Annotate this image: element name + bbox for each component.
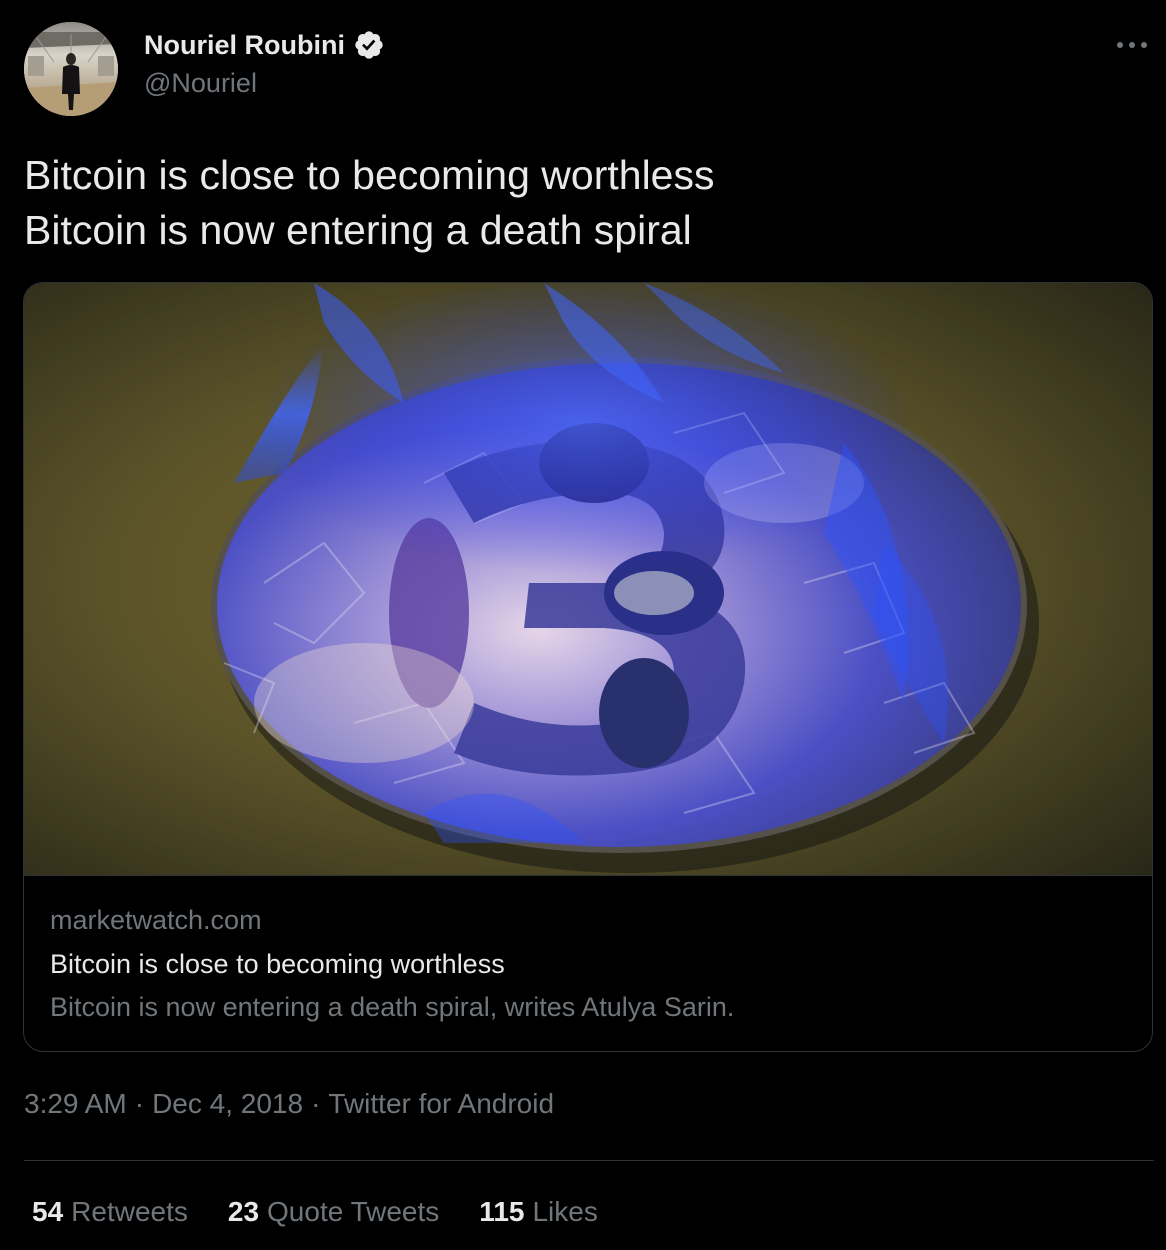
tweet-text: Bitcoin is close to becoming worthless B… [24, 148, 1144, 258]
tweet-text-line-2: Bitcoin is now entering a death spiral [24, 207, 692, 253]
tweet: Nouriel Roubini @Nouriel Bitcoin is clos… [0, 0, 1166, 1250]
author-name-row: Nouriel Roubini [144, 28, 385, 62]
link-card[interactable]: marketwatch.com Bitcoin is close to beco… [23, 282, 1153, 1052]
retweets-count: 54 [32, 1196, 64, 1227]
tweet-date[interactable]: Dec 4, 2018 [152, 1088, 303, 1120]
quote-tweets-stat[interactable]: 23 Quote Tweets [228, 1196, 439, 1228]
retweets-stat[interactable]: 54 Retweets [32, 1196, 188, 1228]
quote-tweets-count: 23 [227, 1196, 260, 1227]
avatar-image-icon [24, 22, 118, 116]
tweet-meta: 3:29 AM · Dec 4, 2018 · Twitter for Android [24, 1088, 554, 1120]
retweets-label: Retweets [71, 1196, 188, 1227]
more-options-icon[interactable] [1112, 30, 1152, 60]
avatar[interactable] [24, 22, 118, 116]
tweet-text-line-1: Bitcoin is close to becoming worthless [24, 152, 715, 198]
meta-separator: · [311, 1088, 321, 1119]
card-domain: marketwatch.com [50, 905, 262, 935]
author-handle[interactable]: @Nouriel [144, 68, 257, 99]
likes-count: 115 [479, 1196, 525, 1227]
verified-badge-icon [353, 29, 385, 61]
tweet-source[interactable]: Twitter for Android [328, 1088, 554, 1120]
likes-label: Likes [532, 1196, 598, 1227]
card-title: Bitcoin is close to becoming worthless [50, 949, 505, 979]
display-name[interactable]: Nouriel Roubini [144, 30, 345, 61]
card-description: Bitcoin is now entering a death spiral, … [50, 992, 735, 1022]
meta-separator: · [134, 1088, 145, 1119]
engagement-stats: 54 Retweets 23 Quote Tweets 115 Likes [32, 1196, 638, 1228]
card-image[interactable] [24, 283, 1152, 876]
card-meta: marketwatch.com Bitcoin is close to beco… [50, 903, 1130, 1025]
tweet-time[interactable]: 3:29 AM [24, 1088, 127, 1120]
quote-tweets-label: Quote Tweets [267, 1196, 440, 1227]
divider [24, 1160, 1154, 1161]
burning-bitcoin-image-icon [24, 283, 1152, 875]
likes-stat[interactable]: 115 Likes [479, 1196, 598, 1228]
